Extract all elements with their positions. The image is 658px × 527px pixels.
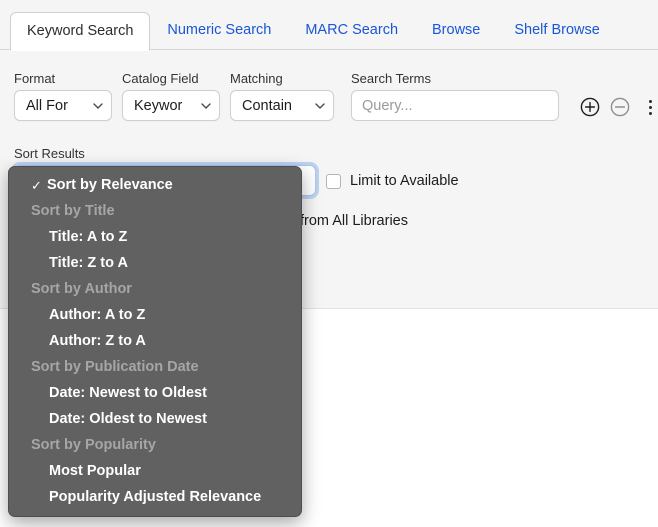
limit-to-available-checkbox[interactable] (326, 173, 341, 189)
menu-item[interactable]: Title: A to Z (9, 224, 301, 250)
menu-item[interactable]: Most Popular (9, 458, 301, 484)
catalog-field-field: Catalog Field Keywor (122, 72, 220, 121)
menu-item[interactable]: Author: A to Z (9, 302, 301, 328)
format-select-value: All For (26, 97, 68, 114)
tab-browse[interactable]: Browse (415, 11, 497, 50)
format-select[interactable]: All For (14, 90, 112, 121)
search-input[interactable] (351, 90, 559, 121)
format-label: Format (14, 71, 56, 86)
search-terms-label: Search Terms (351, 71, 431, 86)
menu-item-label: Sort by Relevance (47, 177, 173, 193)
plus-circle-icon[interactable] (580, 97, 600, 117)
menu-item[interactable]: Title: Z to A (9, 250, 301, 276)
tab-list: Keyword Search Numeric Search MARC Search B… (10, 11, 617, 51)
menu-group-header: Sort by Author (31, 281, 132, 297)
menu-group-header: Sort by Title (31, 203, 115, 219)
format-field: Format All For (14, 72, 112, 121)
search-terms-field: Search Terms (351, 72, 559, 121)
menu-item[interactable]: Author: Z to A (9, 328, 301, 354)
menu-item[interactable]: Date: Newest to Oldest (9, 380, 301, 406)
chevron-down-icon (93, 101, 103, 110)
chevron-down-icon (315, 101, 325, 110)
tab-marc-search[interactable]: MARC Search (288, 11, 415, 50)
matching-label: Matching (230, 71, 283, 86)
checkmark-icon: ✓ (31, 177, 42, 193)
limit-to-available-label: Limit to Available (350, 173, 459, 189)
tab-numeric-search[interactable]: Numeric Search (150, 11, 288, 50)
chevron-down-icon (201, 101, 211, 110)
matching-field: Matching Contain (230, 72, 334, 121)
limit-to-available-row: Limit to Available (326, 173, 459, 189)
catalog-field-select-value: Keywor (134, 97, 183, 114)
menu-item[interactable]: Popularity Adjusted Relevance (9, 484, 301, 510)
menu-group-header: Sort by Publication Date (31, 359, 199, 375)
tab-bar: Keyword Search Numeric Search MARC Search B… (0, 0, 658, 51)
catalog-field-label: Catalog Field (122, 71, 199, 86)
tab-shelf-browse[interactable]: Shelf Browse (497, 11, 616, 50)
kebab-menu-icon[interactable] (642, 97, 658, 117)
tab-keyword-search[interactable]: Keyword Search (10, 12, 151, 51)
catalog-field-select[interactable]: Keywor (122, 90, 220, 121)
libraries-scope-text: from All Libraries (300, 213, 408, 229)
matching-select-value: Contain (242, 97, 292, 114)
menu-item[interactable]: Date: Oldest to Newest (9, 406, 301, 432)
sort-results-dropdown-menu[interactable]: ✓ Sort by Relevance Sort by Title Title: A … (8, 166, 302, 517)
search-criteria-row: Format All For Catalog Field Keywor Matc… (14, 72, 658, 121)
row-actions (580, 97, 658, 117)
sort-results-label: Sort Results (14, 146, 85, 161)
menu-item[interactable]: ✓ Sort by Relevance (9, 172, 301, 198)
minus-circle-icon[interactable] (610, 97, 630, 117)
menu-group-header: Sort by Popularity (31, 437, 156, 453)
matching-select[interactable]: Contain (230, 90, 334, 121)
